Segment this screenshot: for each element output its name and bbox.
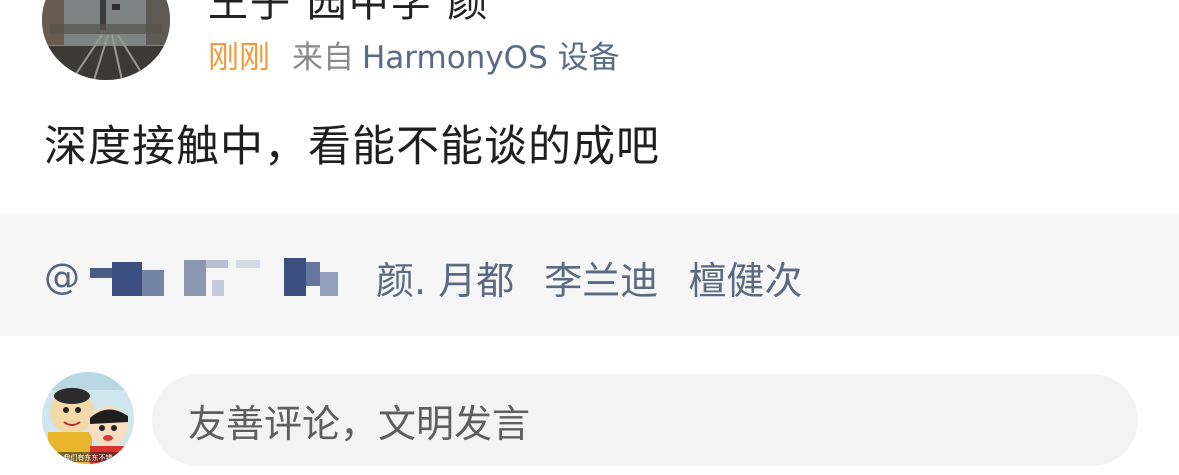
comment-bar: 我们有东东不错 友善评论，文明发言 [0, 360, 1179, 475]
post-body: 深度接触中，看能不能谈的成吧 [44, 122, 660, 172]
post-meta: 刚刚 来自 HarmonyOS 设备 [208, 32, 620, 76]
author-avatar[interactable] [42, 0, 170, 80]
mention-name[interactable]: 李兰迪 [544, 259, 658, 303]
redacted-mention [88, 250, 374, 304]
post-time: 刚刚 [208, 39, 270, 76]
user-avatar[interactable]: 我们有东东不错 [42, 372, 134, 464]
source-label: 来自 [292, 39, 354, 76]
cartoon-avatar-icon: 我们有东东不错 [42, 372, 134, 464]
mention-line: @ 颜. 月都 李兰迪 檀健次 [44, 250, 820, 304]
mention-partial[interactable]: 颜. [376, 259, 426, 303]
mention-name[interactable]: 檀健次 [688, 259, 802, 303]
mention-bar: @ 颜. 月都 李兰迪 檀健次 [0, 214, 1179, 336]
avatar-caption: 我们有东东不错 [64, 453, 113, 462]
post-header: 王子 园中学 颜 刚刚 来自 HarmonyOS 设备 [0, 0, 1179, 95]
mention-names: 颜. 月都 李兰迪 檀健次 [376, 250, 820, 305]
railway-photo-icon [42, 0, 170, 80]
source-device[interactable]: HarmonyOS 设备 [362, 32, 620, 77]
at-sign: @ [44, 256, 80, 298]
comment-input[interactable]: 友善评论，文明发言 [152, 374, 1138, 466]
author-name[interactable]: 王子 园中学 颜 [208, 0, 489, 28]
mention-name[interactable]: 月都 [438, 259, 514, 303]
